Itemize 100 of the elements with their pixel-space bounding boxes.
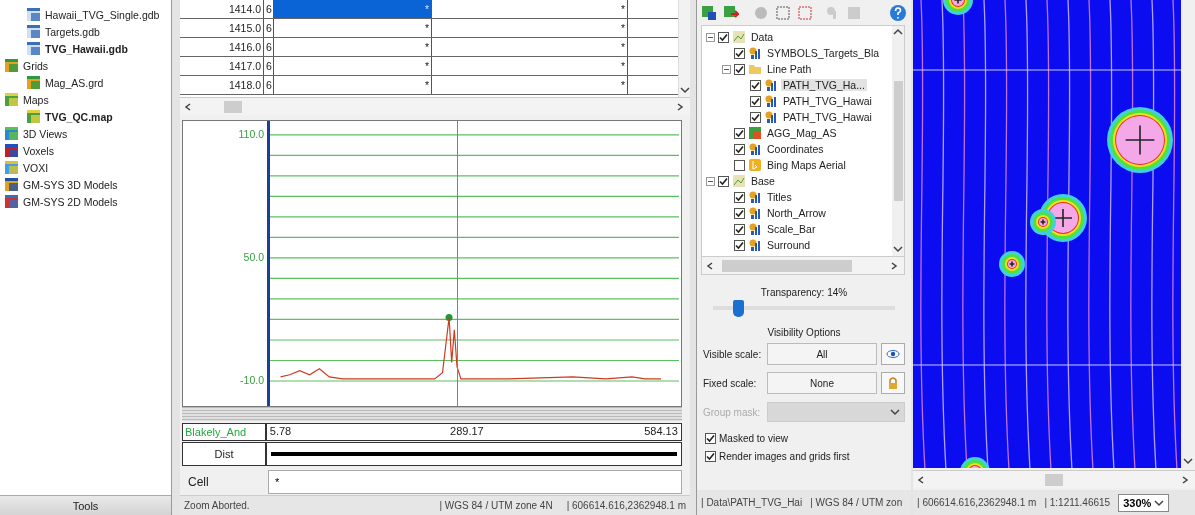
anomaly-blob <box>943 0 973 15</box>
project-item[interactable]: 3D Views <box>23 127 68 140</box>
checkbox[interactable] <box>734 207 745 219</box>
project-item[interactable]: GM-SYS 3D Models <box>23 178 118 191</box>
scroll-down-icon[interactable] <box>1183 456 1193 466</box>
grid-icon <box>748 126 762 140</box>
channel-name: Blakely_And <box>183 424 267 440</box>
anomaly-map-drawing[interactable] <box>913 0 1181 468</box>
checkbox[interactable] <box>734 47 745 59</box>
checkbox[interactable] <box>750 79 761 91</box>
section-title: Visibility Options <box>766 327 842 338</box>
checkbox[interactable] <box>734 159 745 171</box>
lock-icon <box>886 376 900 390</box>
scroll-right-icon[interactable] <box>890 260 900 271</box>
layer-item[interactable]: Scale_Bar <box>765 223 818 235</box>
scrollbar-thumb[interactable] <box>893 81 903 201</box>
table-icon <box>26 41 41 56</box>
checkbox[interactable] <box>734 239 745 251</box>
scroll-down-icon[interactable] <box>893 244 903 254</box>
layer-symbol-icon <box>748 222 762 236</box>
y-tick-label: 50.0 <box>243 250 264 263</box>
field-label: Visible scale: <box>703 348 763 360</box>
scroll-right-icon[interactable] <box>676 101 686 112</box>
y-tick-label: -10.0 <box>240 374 264 386</box>
input-field[interactable]: * <box>268 470 682 494</box>
zoom-dropdown[interactable]: 330% <box>1118 493 1170 512</box>
checkbox[interactable] <box>718 175 729 187</box>
layer-item[interactable]: Line Path <box>765 63 814 75</box>
project-item[interactable]: TVG_Hawaii.gdb <box>45 42 128 55</box>
field-label: Group mask: <box>703 406 762 418</box>
layer-item[interactable]: AGG_Mag_AS <box>765 127 839 139</box>
anomaly-blob <box>1107 107 1173 173</box>
scrollbar-thumb[interactable] <box>722 259 852 272</box>
field-label: Fixed scale: <box>703 377 758 389</box>
project-item[interactable]: GM-SYS 2D Models <box>23 195 118 208</box>
table-cell[interactable]: * <box>274 0 432 18</box>
layer-item[interactable]: PATH_TVG_Ha... <box>781 79 867 91</box>
collapse-icon[interactable] <box>722 64 731 74</box>
folder-icon <box>748 62 762 76</box>
eye-icon <box>886 349 900 359</box>
scrollbar-thumb[interactable] <box>1045 473 1063 486</box>
layer-symbol-icon <box>748 206 762 220</box>
checkbox[interactable] <box>750 95 761 107</box>
layer-item[interactable]: Titles <box>765 191 794 203</box>
project-item[interactable]: Mag_AS.grd <box>45 76 104 89</box>
scroll-right-icon[interactable] <box>1181 474 1191 485</box>
b-logo-icon <box>748 158 762 172</box>
layer-symbol-icon <box>748 190 762 204</box>
layer-item[interactable]: Coordinates <box>765 143 826 155</box>
project-item[interactable]: VOXI <box>23 161 49 174</box>
layer-symbol-icon <box>764 78 778 92</box>
grid-icon <box>26 75 41 90</box>
field-label: Cell <box>187 475 210 489</box>
status-projection: | WGS 84 / UTM zone 4N <box>439 500 553 511</box>
layer-item[interactable]: SYMBOLS_Targets_Bla <box>765 47 882 59</box>
checkbox[interactable] <box>734 143 745 155</box>
checkbox[interactable] <box>750 111 761 123</box>
x-tick-label: 289.17 <box>450 425 484 437</box>
project-item[interactable]: Maps <box>23 93 49 106</box>
checkbox[interactable] <box>734 223 745 235</box>
layer-item[interactable]: Data <box>749 31 776 43</box>
help-icon[interactable] <box>889 3 907 22</box>
collapse-icon[interactable] <box>706 176 715 186</box>
checkbox[interactable] <box>705 432 716 444</box>
checkbox[interactable] <box>718 31 729 43</box>
save-icon[interactable] <box>701 4 717 21</box>
peak-marker[interactable] <box>445 313 453 321</box>
project-item[interactable]: TVG_QC.map <box>45 110 113 123</box>
caret-icon[interactable] <box>890 407 900 417</box>
x-tick-label: 584.13 <box>644 425 678 437</box>
status-message: Zoom Aborted. <box>184 500 250 511</box>
option-label: Render images and grids first <box>719 450 850 462</box>
tools-bar[interactable]: Tools <box>0 495 171 515</box>
scale-field[interactable]: All <box>767 343 877 365</box>
checkbox[interactable] <box>705 450 716 462</box>
layer-item[interactable]: PATH_TVG_Hawai <box>781 95 874 107</box>
project-item[interactable]: Voxels <box>23 144 54 157</box>
slider-thumb[interactable] <box>733 300 745 317</box>
layer-item[interactable]: Surround <box>765 239 813 251</box>
checkbox[interactable] <box>734 127 745 139</box>
scale-field[interactable]: None <box>767 372 877 394</box>
project-item[interactable]: Grids <box>23 59 49 72</box>
layer-symbol-icon <box>764 94 778 108</box>
scrollbar-thumb[interactable] <box>224 100 242 113</box>
layer-item[interactable]: Bing Maps Aerial <box>765 159 848 171</box>
checkbox[interactable] <box>734 191 745 203</box>
layer-symbol-icon <box>748 142 762 156</box>
project-item[interactable]: Targets.gdb <box>45 25 100 38</box>
status-coordinates: | 606614.616,2362948.1 m <box>566 500 686 511</box>
layer-item[interactable]: North_Arrow <box>765 207 828 219</box>
row-label: Dist <box>183 443 267 465</box>
project-item[interactable]: Hawaii_TVG_Single.gdb <box>45 8 160 21</box>
collapse-icon[interactable] <box>706 32 715 42</box>
layer-item[interactable]: Base <box>749 175 777 187</box>
scroll-down-icon[interactable] <box>679 85 690 95</box>
caret-icon[interactable] <box>1154 497 1165 508</box>
table-icon <box>26 24 41 39</box>
eye-button[interactable] <box>881 343 905 365</box>
checkbox[interactable] <box>734 63 745 75</box>
layer-item[interactable]: PATH_TVG_Hawai <box>781 111 874 123</box>
